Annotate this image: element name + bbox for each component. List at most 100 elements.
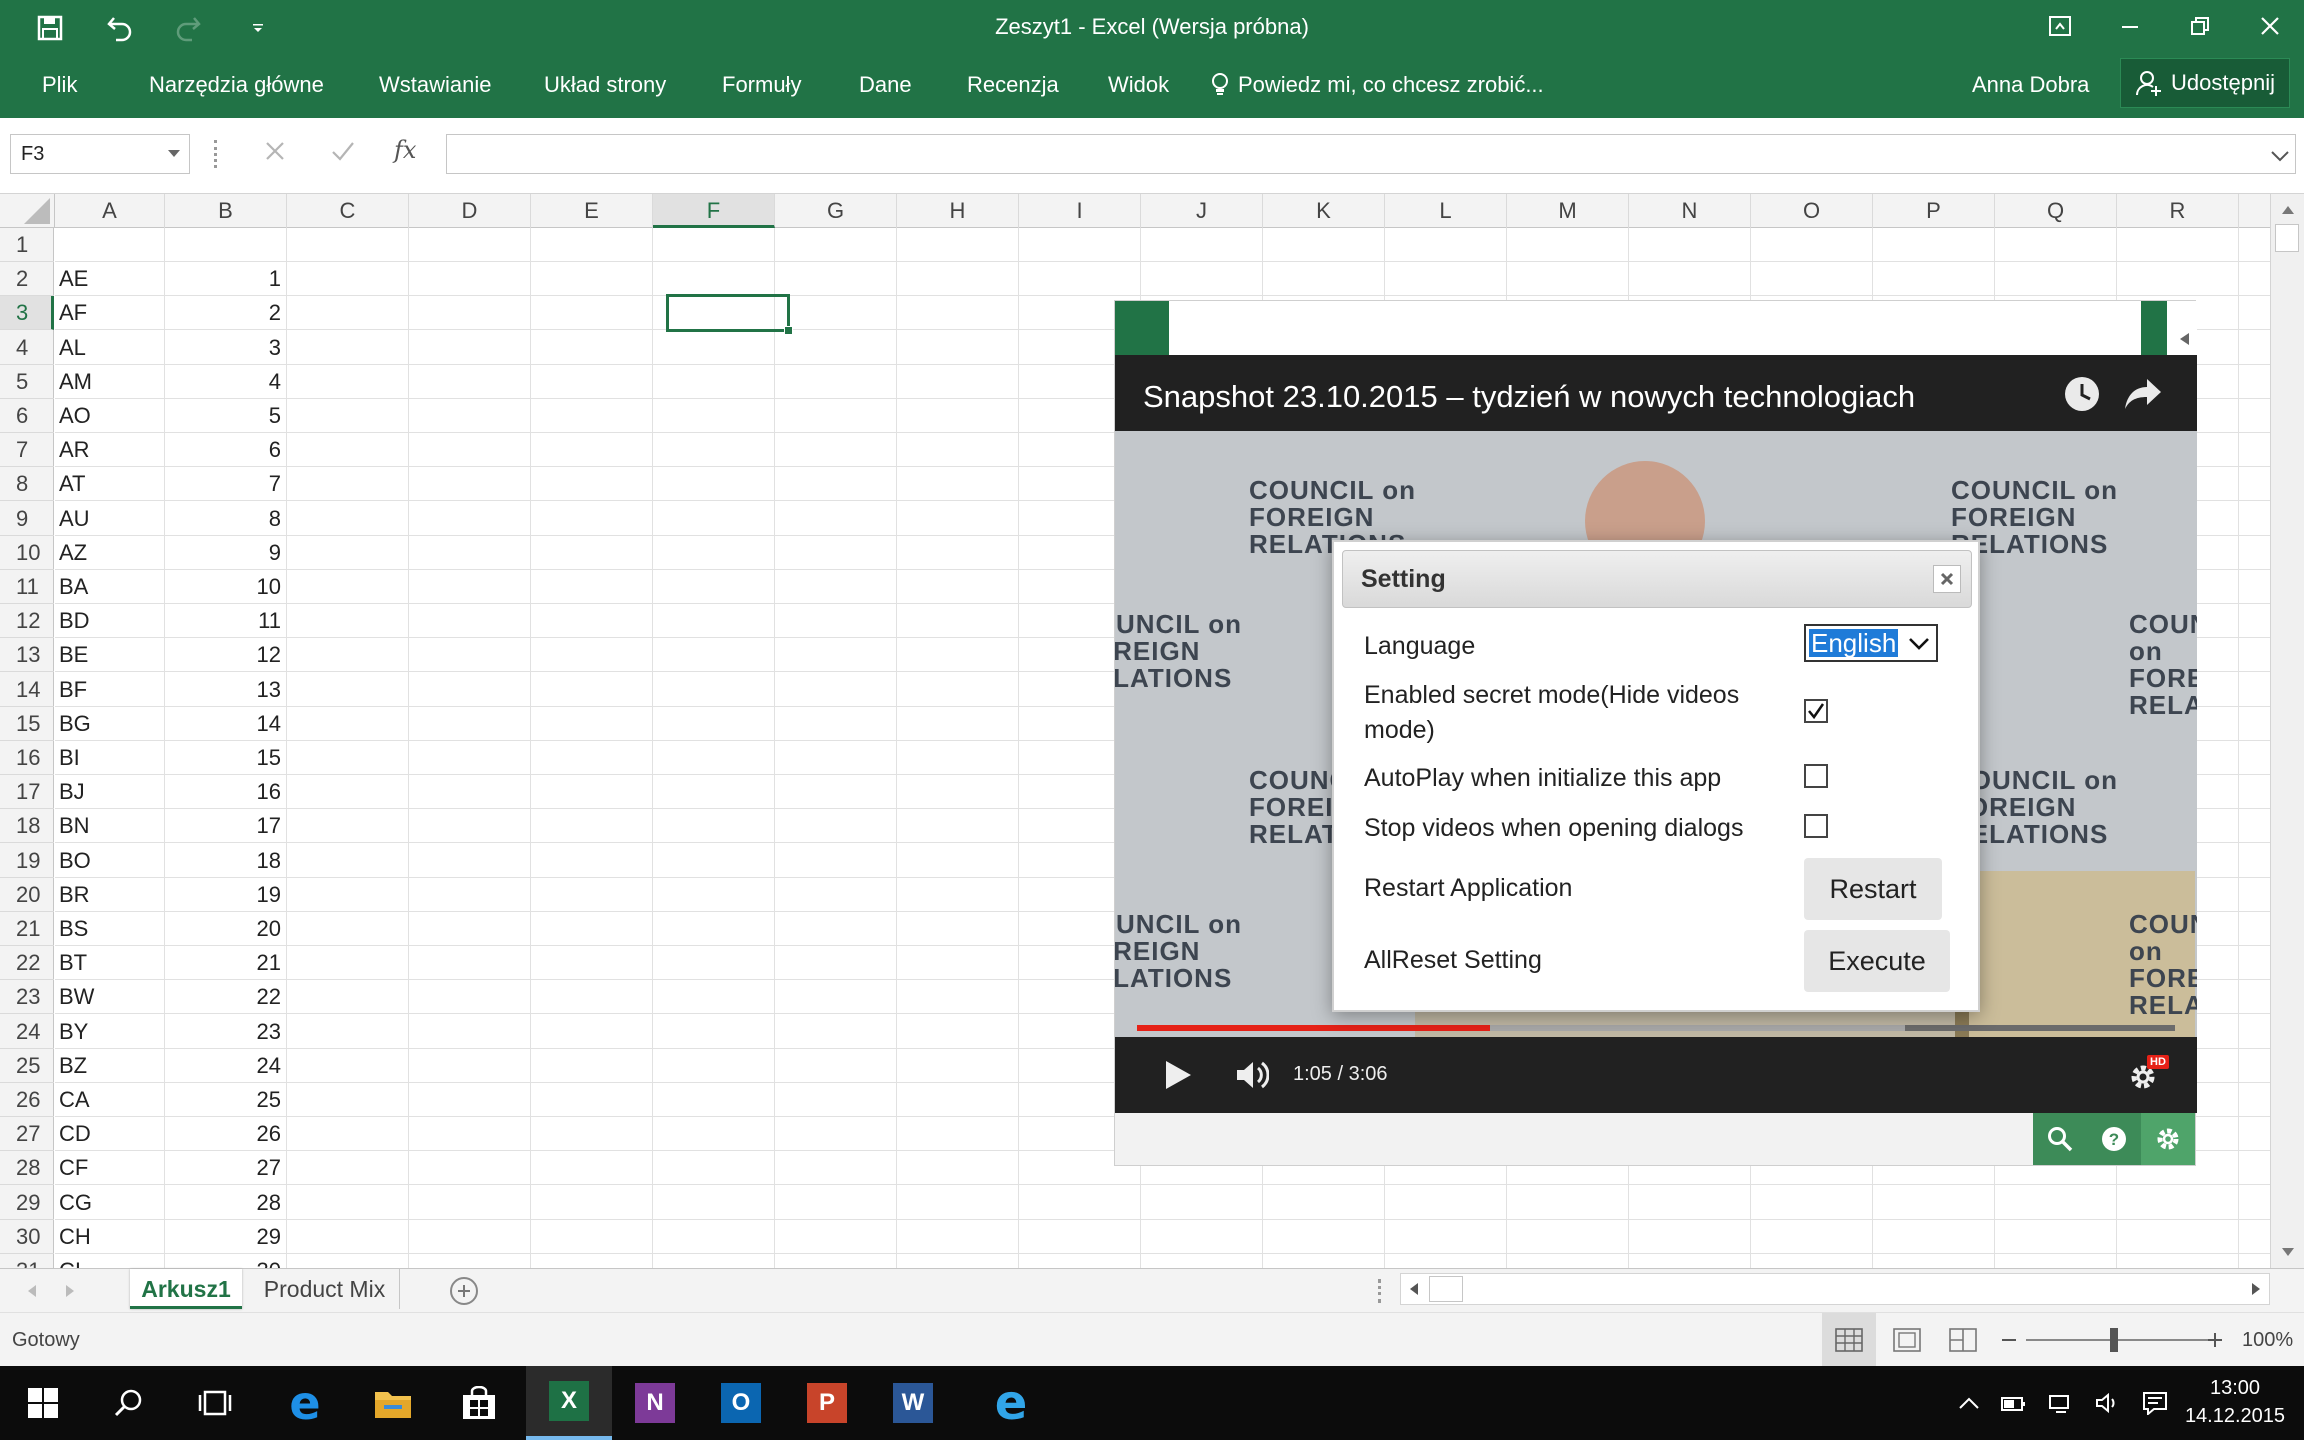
cell-a29[interactable]: CG <box>59 1186 92 1220</box>
tab-review[interactable]: Recenzja <box>967 72 1059 98</box>
cell-a21[interactable]: BS <box>59 912 88 946</box>
share-arrow-icon[interactable] <box>2123 377 2163 411</box>
cell-a26[interactable]: CA <box>59 1083 90 1117</box>
cell-a28[interactable]: CF <box>59 1151 88 1185</box>
secret-mode-checkbox[interactable] <box>1804 699 1828 723</box>
zoom-slider[interactable] <box>2026 1328 2210 1352</box>
column-header-n[interactable]: N <box>1629 194 1751 228</box>
tab-data[interactable]: Dane <box>859 72 912 98</box>
help-button[interactable]: ? <box>2087 1113 2141 1165</box>
tell-me-search[interactable]: Powiedz mi, co chcesz zrobić... <box>1210 72 1544 98</box>
row-header-5[interactable]: 5 <box>0 365 54 399</box>
video-settings-button[interactable]: HD <box>2127 1055 2169 1095</box>
row-header-15[interactable]: 15 <box>0 707 54 741</box>
cell-a19[interactable]: BO <box>59 844 91 878</box>
cell-a20[interactable]: BR <box>59 878 90 912</box>
cell-a4[interactable]: AL <box>59 331 86 365</box>
restart-button[interactable]: Restart <box>1804 858 1942 920</box>
formula-input[interactable] <box>446 134 2296 174</box>
row-header-27[interactable]: 27 <box>0 1117 54 1151</box>
row-header-23[interactable]: 23 <box>0 980 54 1014</box>
row-header-22[interactable]: 22 <box>0 946 54 980</box>
row-header-25[interactable]: 25 <box>0 1049 54 1083</box>
cell-a13[interactable]: BE <box>59 638 88 672</box>
tab-file[interactable]: Plik <box>42 72 77 98</box>
cell-a10[interactable]: AZ <box>59 536 87 570</box>
select-all-button[interactable] <box>0 194 55 228</box>
cell-a24[interactable]: BY <box>59 1015 88 1049</box>
row-header-6[interactable]: 6 <box>0 399 54 433</box>
tab-home[interactable]: Narzędzia główne <box>149 72 324 98</box>
cell-a12[interactable]: BD <box>59 604 90 638</box>
zoom-out-icon[interactable] <box>2002 1338 2016 1342</box>
page-layout-view-button[interactable] <box>1880 1313 1934 1367</box>
volume-icon[interactable] <box>2095 1392 2121 1414</box>
cell-b18[interactable]: 17 <box>165 809 281 843</box>
row-header-17[interactable]: 17 <box>0 775 54 809</box>
task-view-button[interactable] <box>172 1366 258 1440</box>
row-header-30[interactable]: 30 <box>0 1220 54 1254</box>
selected-cell-f3[interactable] <box>666 294 793 335</box>
column-header-c[interactable]: C <box>287 194 409 228</box>
sheet-tab-arkusz1[interactable]: Arkusz1 <box>130 1269 242 1309</box>
language-select[interactable]: English <box>1804 624 1938 662</box>
column-header-r[interactable]: R <box>2117 194 2239 228</box>
volume-icon[interactable] <box>1235 1059 1269 1091</box>
minimize-button[interactable] <box>2098 4 2162 48</box>
row-header-2[interactable]: 2 <box>0 262 54 296</box>
cell-b19[interactable]: 18 <box>165 844 281 878</box>
cell-a22[interactable]: BT <box>59 946 87 980</box>
cell-b4[interactable]: 3 <box>165 331 281 365</box>
column-header-o[interactable]: O <box>1751 194 1873 228</box>
zoom-slider-thumb[interactable] <box>2110 1328 2118 1352</box>
normal-view-button[interactable] <box>1822 1313 1876 1367</box>
dialog-close-button[interactable] <box>1933 565 1961 593</box>
cell-a14[interactable]: BF <box>59 673 87 707</box>
cell-a16[interactable]: BI <box>59 741 80 775</box>
cell-a8[interactable]: AT <box>59 467 85 501</box>
cell-a18[interactable]: BN <box>59 809 90 843</box>
chevron-up-icon[interactable] <box>1958 1396 1980 1410</box>
column-header-p[interactable]: P <box>1873 194 1995 228</box>
row-header-21[interactable]: 21 <box>0 912 54 946</box>
search-taskbar-button[interactable] <box>86 1366 172 1440</box>
progress-track[interactable] <box>1137 1025 2175 1031</box>
horizontal-scrollbar[interactable] <box>1400 1273 2270 1305</box>
cell-a6[interactable]: AO <box>59 399 91 433</box>
row-header-29[interactable]: 29 <box>0 1186 54 1220</box>
cell-a3[interactable]: AF <box>59 296 87 330</box>
file-explorer-taskbar-button[interactable] <box>350 1366 436 1440</box>
sheet-tab-product-mix[interactable]: Product Mix <box>250 1269 400 1309</box>
column-header-j[interactable]: J <box>1141 194 1263 228</box>
row-header-18[interactable]: 18 <box>0 809 54 843</box>
close-window-button[interactable] <box>2238 4 2302 48</box>
cell-a27[interactable]: CD <box>59 1117 91 1151</box>
column-header-g[interactable]: G <box>775 194 897 228</box>
cell-a2[interactable]: AE <box>59 262 88 296</box>
column-header-i[interactable]: I <box>1019 194 1141 228</box>
cell-b5[interactable]: 4 <box>165 365 281 399</box>
excel-taskbar-button[interactable]: X <box>526 1366 612 1440</box>
watch-later-icon[interactable] <box>2063 375 2101 413</box>
scroll-up-icon[interactable] <box>2280 204 2296 216</box>
zoom-level[interactable]: 100% <box>2242 1329 2293 1352</box>
scroll-right-icon[interactable] <box>2251 1282 2261 1296</box>
scroll-sheets-left-icon[interactable] <box>26 1284 38 1298</box>
name-box[interactable]: F3 <box>10 134 190 174</box>
column-header-q[interactable]: Q <box>1995 194 2117 228</box>
tab-formulas[interactable]: Formuły <box>722 72 801 98</box>
cell-a31[interactable]: CI <box>59 1254 81 1268</box>
notifications-icon[interactable] <box>2142 1391 2168 1415</box>
powerpoint-taskbar-button[interactable]: P <box>784 1366 870 1440</box>
row-header-4[interactable]: 4 <box>0 331 54 365</box>
restore-button[interactable] <box>2168 4 2232 48</box>
cell-a9[interactable]: AU <box>59 502 90 536</box>
edge-taskbar-button[interactable]: e <box>262 1366 348 1440</box>
column-header-e[interactable]: E <box>531 194 653 228</box>
store-taskbar-button[interactable] <box>436 1366 522 1440</box>
column-header-d[interactable]: D <box>409 194 531 228</box>
cell-b11[interactable]: 10 <box>165 570 281 604</box>
row-header-28[interactable]: 28 <box>0 1151 54 1185</box>
cell-a30[interactable]: CH <box>59 1220 91 1254</box>
cell-b31[interactable]: 30 <box>165 1254 281 1268</box>
